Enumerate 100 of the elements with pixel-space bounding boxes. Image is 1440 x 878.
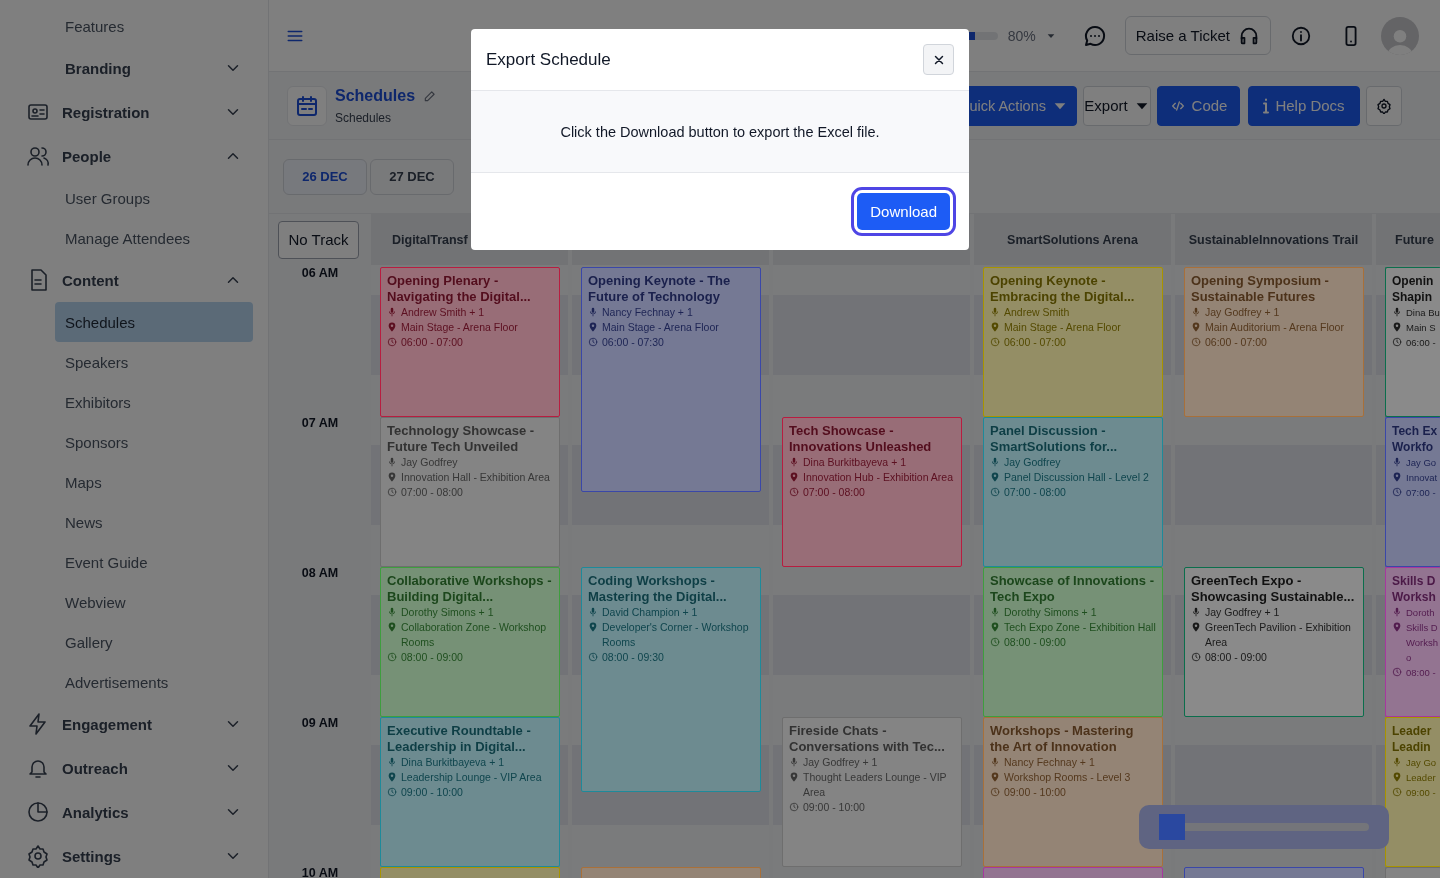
sidebar-item[interactable]: Analytics: [0, 790, 268, 834]
day-tab[interactable]: 27 DEC: [370, 158, 454, 195]
event-card[interactable]: Executive Roundtable - Leadership in Digital... Dina Burkitbayeva + 1 Leadership Lounge - VIP Area 09:00 - 10:00: [380, 717, 560, 867]
speaker-name: Dina Bu: [1406, 306, 1440, 320]
code-button[interactable]: Code: [1157, 85, 1240, 126]
event-card[interactable]: GreenTech Expo - Showcasing Sustainable... Jay Godfrey + 1 GreenTech Pavilion - Exhibition Area 08:00 - 09:00: [1184, 567, 1364, 717]
sidebar-item[interactable]: Settings: [0, 834, 268, 878]
event-card[interactable]: Opening Keynote - The Future of Technology Nancy Fechnay + 1 Main Stage - Arena Floor 06:00 - 07:30: [581, 267, 761, 492]
avatar[interactable]: [1381, 16, 1419, 55]
event-location: Main S: [1406, 321, 1436, 335]
event-location: Leadership Lounge - VIP Area: [401, 770, 542, 785]
sidebar-item[interactable]: Schedules: [55, 302, 253, 342]
raise-ticket-button[interactable]: Raise a Ticket: [1124, 16, 1271, 55]
microphone-icon: [387, 607, 397, 617]
event-card[interactable]: Tech Showcase - Innovations Unleashed Dina Burkitbayeva + 1 Innovation Hub - Exhibition Area 07:00 - 08:00: [782, 417, 962, 567]
clock-icon: [1392, 667, 1402, 677]
map-pin-icon: [588, 622, 598, 632]
sidebar-item[interactable]: User Groups: [55, 178, 253, 218]
sidebar-item[interactable]: Outreach: [0, 746, 268, 790]
event-card[interactable]: Fireside Chats - Conversations with Tec... Jay Godfrey + 1 Thought Leaders Lounge - VIP Area 09:00 - 10:00: [782, 717, 962, 867]
clock-icon: [990, 487, 1000, 497]
map-pin-icon: [1191, 622, 1201, 632]
clock-icon: [1392, 787, 1402, 797]
event-card[interactable]: Skills D Worksh Doroth Skills D Worksho 08:00 -: [1385, 567, 1440, 717]
sidebar-item[interactable]: Engagement: [0, 702, 268, 746]
event-card[interactable]: Opening Symposium - Sustainable Futures Jay Godfrey + 1 Main Auditorium - Arena Floor 06:00 - 07:00: [1184, 267, 1364, 417]
event-location: GreenTech Pavilion - Exhibition Area: [1205, 620, 1352, 650]
event-title: Collaborative Workshops - Building Digital...: [387, 573, 553, 605]
event-card[interactable]: Opening Keynote - Embracing the Digital... Andrew Smith Main Stage - Arena Floor 06:00 - 07:00: [983, 267, 1163, 417]
chat-icon[interactable]: [1082, 23, 1107, 48]
sidebar-item[interactable]: Sponsors: [55, 422, 253, 462]
event-location: Main Auditorium - Arena Floor: [1205, 320, 1344, 335]
event-title: Tech Ex Workfo: [1392, 423, 1439, 455]
sidebar-item[interactable]: News: [55, 502, 253, 542]
settings-button[interactable]: [1366, 85, 1402, 126]
event-time: 07:00 - 08:00: [803, 485, 865, 500]
sidebar-item[interactable]: Content: [0, 258, 268, 302]
pencil-icon[interactable]: [423, 88, 438, 103]
sidebar-item[interactable]: Registration: [0, 90, 268, 134]
time-label: 10 AM: [301, 866, 339, 878]
speaker-name: Dina Burkitbayeva + 1: [401, 755, 505, 770]
microphone-icon: [387, 457, 397, 467]
sidebar-item[interactable]: Gallery: [55, 622, 253, 662]
microphone-icon: [1392, 607, 1402, 617]
event-time: 06:00 - 07:00: [1205, 335, 1267, 350]
microphone-icon: [1392, 757, 1402, 767]
export-button[interactable]: Export: [1083, 85, 1151, 126]
clock-icon: [387, 487, 397, 497]
event-time: 08:00 - 09:00: [401, 650, 463, 665]
speaker-name: Jay Godfrey + 1: [1205, 605, 1280, 620]
page-subtitle: Schedules: [335, 110, 393, 125]
dialog-title: Export Schedule: [486, 49, 611, 70]
map-pin-icon: [1392, 322, 1402, 332]
map-pin-icon: [990, 622, 1000, 632]
event-title: Technology Showcase - Future Tech Unveiled: [387, 423, 536, 455]
event-card[interactable]: Tech Ex Workfo Jay Go Innovat 07:00 -: [1385, 417, 1440, 567]
day-tab[interactable]: 26 DEC: [283, 158, 367, 195]
horizontal-scrollbar[interactable]: [1139, 805, 1389, 849]
event-card[interactable]: Panel Discussion - SmartSolutions for... Jay Godfrey Panel Discussion Hall - Level 2 07:00 - 08:00: [983, 417, 1163, 567]
event-card[interactable]: Technology Showcase - Future Tech Unveiled Jay Godfrey Innovation Hall - Exhibition Area 07:00 - 08:00: [380, 417, 560, 567]
sidebar-item[interactable]: Branding: [0, 46, 268, 90]
map-pin-icon: [387, 322, 397, 332]
dialog-message: Click the Download button to export the Excel file.: [560, 123, 880, 140]
microphone-icon: [588, 307, 598, 317]
sidebar-item[interactable]: Exhibitors: [55, 382, 253, 422]
sidebar-item[interactable]: Webview: [55, 582, 253, 622]
event-title: Openin Shapin: [1392, 273, 1435, 305]
microphone-icon: [1392, 307, 1402, 317]
sidebar-item[interactable]: People: [0, 134, 268, 178]
help-docs-button[interactable]: Help Docs: [1248, 85, 1360, 126]
microphone-icon: [789, 457, 799, 467]
event-card[interactable]: Collaborative Workshops - Building Digital... Dorothy Simons + 1 Collaboration Zone - Workshop Rooms 08:00 - 09:00: [380, 567, 560, 717]
sidebar-item[interactable]: Speakers: [55, 342, 253, 382]
event-title: Opening Symposium - Sustainable Futures: [1191, 273, 1330, 305]
microphone-icon: [1392, 457, 1402, 467]
event-card[interactable]: Openin Shapin Dina Bu Main S 06:00 -: [1385, 267, 1440, 417]
sidebar-item[interactable]: Event Guide: [55, 542, 253, 582]
sidebar-item[interactable]: Features: [55, 6, 253, 46]
clock-icon: [387, 337, 397, 347]
event-card[interactable]: Showcase of Innovations - Tech Expo Dorothy Simons + 1 Tech Expo Zone - Exhibition Hall 08:00 - 09:00: [983, 567, 1163, 717]
event-title: Fireside Chats - Conversations with Tec...: [789, 723, 946, 755]
map-pin-icon: [1392, 622, 1402, 632]
sidebar-item[interactable]: Maps: [55, 462, 253, 502]
event-title: Opening Keynote - Embracing the Digital...: [990, 273, 1136, 305]
event-card[interactable]: Leader Leadin Jay Go Leader 09:00 -: [1385, 717, 1440, 867]
map-pin-icon: [789, 472, 799, 482]
microphone-icon: [990, 457, 1000, 467]
event-card[interactable]: Workshops - Mastering the Art of Innovation Nancy Fechnay + 1 Workshop Rooms - Level 3 09:00 - 10:00: [983, 717, 1163, 867]
event-card[interactable]: Opening Plenary - Navigating the Digital... Andrew Smith + 1 Main Stage - Arena Floor 06:00 - 07:00: [380, 267, 560, 417]
event-time: 07:00 - 08:00: [1004, 485, 1066, 500]
event-location: Main Stage - Arena Floor: [1004, 320, 1121, 335]
clock-icon: [588, 652, 598, 662]
pie-chart-icon: [26, 800, 50, 824]
sidebar-item[interactable]: Advertisements: [55, 662, 253, 702]
no-track-button[interactable]: No Track: [278, 220, 359, 259]
info-icon[interactable]: [1290, 24, 1312, 47]
progress-percentage: 80%: [1007, 27, 1036, 44]
close-button[interactable]: [923, 44, 954, 75]
sidebar-item[interactable]: Manage Attendees: [55, 218, 253, 258]
event-card[interactable]: Coding Workshops - Mastering the Digital... David Champion + 1 Developer's Corner - Workshop Rooms 08:00 - 09:30: [581, 567, 761, 792]
